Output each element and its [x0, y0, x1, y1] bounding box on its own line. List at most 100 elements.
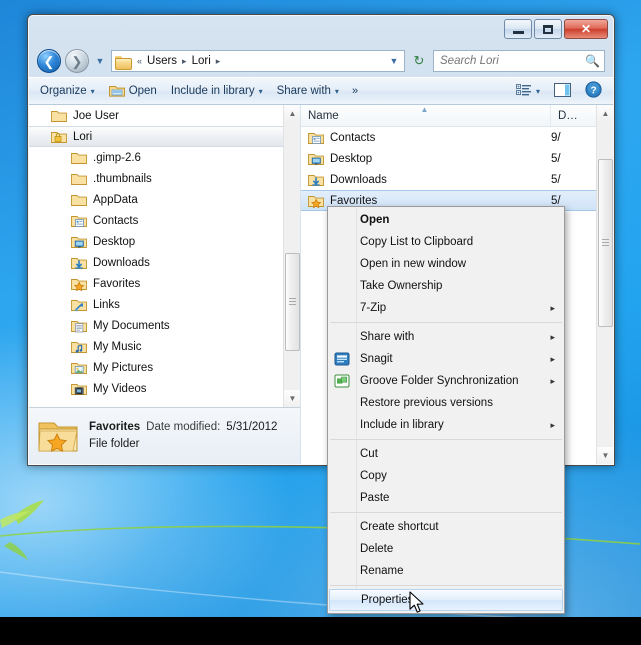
details-date-modified-label: Date modified:	[146, 421, 221, 433]
context-menu-item-properties[interactable]: Properties	[329, 589, 563, 611]
tree-item-downloads[interactable]: Downloads	[29, 252, 283, 273]
change-view-button[interactable]: ▾	[509, 80, 547, 103]
include-in-library-button[interactable]: Include in library ▾	[164, 82, 270, 100]
chevron-down-icon: ▾	[535, 86, 540, 96]
forward-button[interactable]: ❯	[65, 49, 89, 73]
search-icon[interactable]: 🔍	[585, 54, 600, 68]
chevron-down-icon: ▼	[95, 56, 105, 66]
preview-pane-icon	[554, 82, 571, 100]
context-menu-item-include-in-library[interactable]: Include in library ▸	[328, 414, 564, 436]
context-menu-item-label: Include in library	[360, 419, 444, 431]
breadcrumb-item-lori[interactable]: Lori	[190, 54, 213, 68]
context-menu-item-copy[interactable]: Copy	[328, 465, 564, 487]
tree-item-my-documents[interactable]: My Documents	[29, 315, 283, 336]
refresh-icon: ↻	[413, 53, 425, 68]
refresh-button[interactable]: ↻	[409, 50, 429, 72]
tree-item-my-videos[interactable]: My Videos	[29, 378, 283, 399]
search-box[interactable]: 🔍	[433, 50, 605, 72]
organize-label: Organize	[40, 85, 87, 97]
scroll-down-button[interactable]: ▼	[284, 390, 300, 407]
breadcrumb-overflow[interactable]: «	[134, 56, 145, 66]
search-input[interactable]	[440, 55, 586, 67]
submenu-arrow-icon: ▸	[550, 420, 555, 430]
tree-item-gimp-2-6[interactable]: .gimp-2.6	[29, 147, 283, 168]
file-row[interactable]: Desktop 5/	[301, 148, 596, 169]
context-menu-item-open[interactable]: Open	[328, 209, 564, 231]
file-list-scrollbar[interactable]: ▲ ▼	[596, 105, 613, 464]
tree-item-links[interactable]: Links	[29, 294, 283, 315]
folder-videos-icon	[71, 382, 87, 396]
help-button[interactable]: ?	[578, 78, 609, 104]
context-menu-item-label: Restore previous versions	[360, 397, 493, 409]
open-label: Open	[128, 85, 157, 97]
maximize-icon	[543, 24, 553, 34]
tree-item-my-pictures[interactable]: My Pictures	[29, 357, 283, 378]
context-menu-item-share-with[interactable]: Share with ▸	[328, 326, 564, 348]
share-with-button[interactable]: Share with ▾	[270, 82, 346, 100]
scroll-down-button[interactable]: ▼	[597, 447, 613, 464]
context-menu-item-create-shortcut[interactable]: Create shortcut	[328, 516, 564, 538]
toolbar-overflow-button[interactable]: »	[346, 82, 364, 100]
tree-item-appdata[interactable]: AppData	[29, 189, 283, 210]
context-menu-item-groove-folder-synchronization[interactable]: Groove Folder Synchronization ▸	[328, 370, 564, 392]
breadcrumb-dropdown-button[interactable]: ▼	[386, 51, 402, 71]
column-header-name[interactable]: ▲ Name	[301, 105, 551, 126]
folder-tree[interactable]: Joe User Lori .gimp-2.6 .thumbnails AppData C…	[29, 105, 283, 407]
file-row[interactable]: Contacts 9/	[301, 127, 596, 148]
context-menu-item-copy-list-to-clipboard[interactable]: Copy List to Clipboard	[328, 231, 564, 253]
tree-item-thumbnails[interactable]: .thumbnails	[29, 168, 283, 189]
context-menu-item-label: Cut	[360, 448, 378, 460]
context-menu-item-take-ownership[interactable]: Take Ownership	[328, 275, 564, 297]
tree-item-lori[interactable]: Lori	[29, 126, 283, 147]
submenu-arrow-icon: ▸	[550, 332, 555, 342]
details-pane: Favorites Date modified: 5/31/2012 File …	[29, 407, 300, 464]
context-menu-item-label: Properties	[361, 594, 414, 606]
context-menu[interactable]: Open Copy List to Clipboard Open in new wi…	[327, 206, 565, 614]
file-name-label: Downloads	[330, 173, 387, 186]
title-bar[interactable]: ✕	[28, 15, 614, 45]
scroll-up-button[interactable]: ▲	[597, 105, 613, 122]
preview-pane-button[interactable]	[547, 80, 578, 103]
tree-item-contacts[interactable]: Contacts	[29, 210, 283, 231]
folder-desktop-icon	[71, 235, 87, 249]
tree-item-label: Favorites	[93, 277, 141, 290]
context-menu-item-rename[interactable]: Rename	[328, 560, 564, 582]
snagit-icon	[334, 351, 350, 367]
scrollbar-thumb[interactable]	[598, 159, 613, 327]
context-menu-item-paste[interactable]: Paste	[328, 487, 564, 509]
back-button[interactable]: ❮	[37, 49, 61, 73]
breadcrumb[interactable]: « Users ▸ Lori ▸ ▼	[111, 50, 405, 72]
organize-button[interactable]: Organize ▾	[33, 82, 102, 100]
tree-item-joe-user[interactable]: Joe User	[29, 105, 283, 126]
breadcrumb-item-users[interactable]: Users	[145, 54, 179, 68]
navigation-pane-scrollbar[interactable]: ▲ ▼	[283, 105, 300, 407]
tree-item-label: Desktop	[93, 235, 136, 248]
context-menu-item-label: Create shortcut	[360, 521, 439, 533]
close-button[interactable]: ✕	[564, 19, 608, 39]
column-header-date-label: D…	[558, 109, 578, 122]
context-menu-item-7-zip[interactable]: 7-Zip ▸	[328, 297, 564, 319]
context-menu-item-cut[interactable]: Cut	[328, 443, 564, 465]
tree-item-my-music[interactable]: My Music	[29, 336, 283, 357]
minimize-button[interactable]	[504, 19, 532, 39]
tree-item-label: Downloads	[93, 256, 150, 269]
context-menu-item-delete[interactable]: Delete	[328, 538, 564, 560]
scrollbar-thumb[interactable]	[285, 253, 300, 351]
context-menu-item-snagit[interactable]: Snagit ▸	[328, 348, 564, 370]
tree-item-desktop[interactable]: Desktop	[29, 231, 283, 252]
open-button[interactable]: Open	[102, 81, 164, 101]
breadcrumb-separator-2-icon[interactable]: ▸	[213, 56, 224, 67]
context-menu-item-label: 7-Zip	[360, 302, 387, 314]
file-name-cell: Downloads	[308, 173, 551, 187]
tree-item-favorites[interactable]: Favorites	[29, 273, 283, 294]
context-menu-item-label: Snagit	[360, 353, 393, 365]
tree-item-label: .thumbnails	[93, 172, 152, 185]
file-row[interactable]: Downloads 5/	[301, 169, 596, 190]
tree-item-label: Contacts	[93, 214, 139, 227]
context-menu-item-open-in-new-window[interactable]: Open in new window	[328, 253, 564, 275]
maximize-button[interactable]	[534, 19, 562, 39]
recent-pages-button[interactable]: ▼	[93, 50, 107, 72]
scroll-up-button[interactable]: ▲	[284, 105, 300, 122]
context-menu-item-restore-previous-versions[interactable]: Restore previous versions	[328, 392, 564, 414]
breadcrumb-separator-icon[interactable]: ▸	[179, 56, 190, 67]
